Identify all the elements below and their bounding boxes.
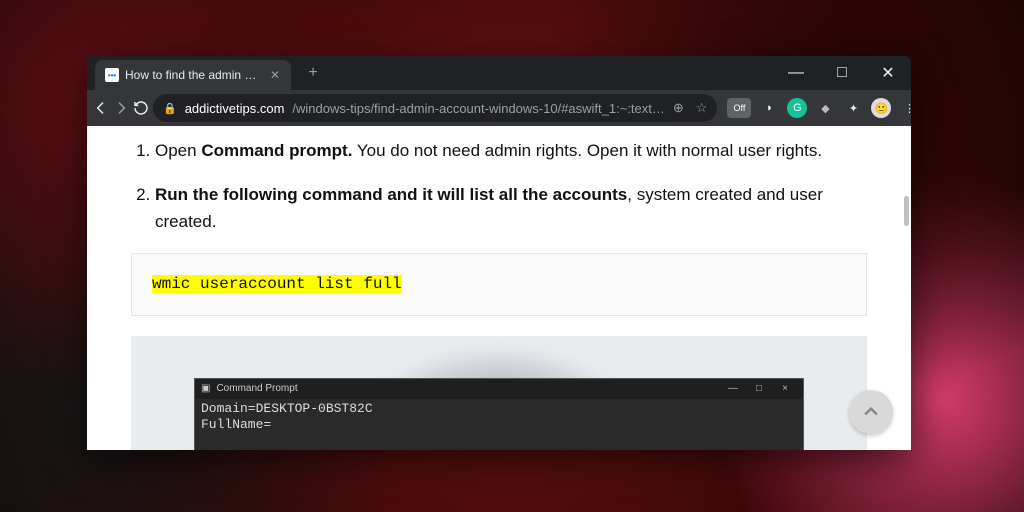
cmd-title-text: Command Prompt — [216, 381, 297, 397]
window-controls: — □ ✕ — [773, 56, 911, 90]
ext-grammarly-icon[interactable]: G — [787, 98, 807, 118]
close-window-button[interactable]: ✕ — [865, 56, 911, 90]
ext-pocket-icon[interactable]: ◗ — [759, 98, 779, 118]
step1-prefix: Open — [155, 141, 201, 160]
step-2: Run the following command and it will li… — [155, 182, 867, 235]
extensions-row: Off ◗ G ◆ ✦ 🙂 ⋮ — [721, 98, 911, 118]
cmd-window: ▣ Command Prompt — □ × Domain=DESKTOP-0B… — [194, 378, 804, 450]
omnibox[interactable]: 🔒 addictivetips.com/windows-tips/find-ad… — [153, 94, 717, 122]
url-path: /windows-tips/find-admin-account-windows… — [292, 101, 664, 116]
back-button[interactable] — [93, 94, 109, 122]
cmd-close-icon: × — [773, 381, 797, 397]
article-body: Open Command prompt. You do not need adm… — [87, 126, 911, 450]
bookmark-star-icon[interactable]: ☆ — [696, 100, 708, 116]
cmd-icon: ▣ — [201, 381, 210, 397]
ext-generic-icon[interactable]: ◆ — [815, 98, 835, 118]
cmd-line-2: FullName= — [201, 417, 797, 433]
cmd-output: Domain=DESKTOP-0BST82C FullName= — [195, 399, 803, 436]
cmd-titlebar: ▣ Command Prompt — □ × — [195, 379, 803, 399]
maximize-button[interactable]: □ — [819, 56, 865, 90]
scrollbar-thumb[interactable] — [904, 196, 909, 226]
lock-icon: 🔒 — [163, 102, 177, 115]
cmd-line-1: Domain=DESKTOP-0BST82C — [201, 401, 797, 417]
titlebar: ••• How to find the admin account o ✕ + … — [87, 56, 911, 90]
zoom-icon[interactable]: ⊕ — [673, 100, 684, 116]
chrome-menu-icon[interactable]: ⋮ — [899, 98, 911, 118]
scroll-to-top-button[interactable] — [849, 390, 893, 434]
code-block[interactable]: wmic useraccount list full — [131, 253, 867, 316]
browser-tab[interactable]: ••• How to find the admin account o ✕ — [95, 60, 291, 90]
reload-button[interactable] — [133, 94, 149, 122]
tab-close-icon[interactable]: ✕ — [267, 67, 283, 83]
address-bar: 🔒 addictivetips.com/windows-tips/find-ad… — [87, 90, 911, 126]
url-host: addictivetips.com — [185, 101, 285, 116]
favicon-icon: ••• — [105, 68, 119, 82]
profile-avatar[interactable]: 🙂 — [871, 98, 891, 118]
step1-bold: Command prompt. — [201, 141, 352, 160]
minimize-button[interactable]: — — [773, 56, 819, 90]
step1-rest: You do not need admin rights. Open it wi… — [352, 141, 822, 160]
step2-bold: Run the following command and it will li… — [155, 185, 627, 204]
cmd-max-icon: □ — [747, 381, 771, 397]
new-tab-button[interactable]: + — [301, 61, 325, 85]
forward-button[interactable] — [113, 94, 129, 122]
embedded-screenshot: ▣ Command Prompt — □ × Domain=DESKTOP-0B… — [131, 336, 867, 450]
code-text: wmic useraccount list full — [152, 275, 402, 293]
step-1: Open Command prompt. You do not need adm… — [155, 138, 867, 164]
ext-off-badge-icon[interactable]: Off — [727, 98, 751, 118]
tab-title: How to find the admin account o — [125, 68, 261, 82]
extensions-puzzle-icon[interactable]: ✦ — [843, 98, 863, 118]
cmd-min-icon: — — [721, 381, 745, 397]
chrome-window: ••• How to find the admin account o ✕ + … — [87, 56, 911, 450]
page-content: Open Command prompt. You do not need adm… — [87, 126, 911, 450]
